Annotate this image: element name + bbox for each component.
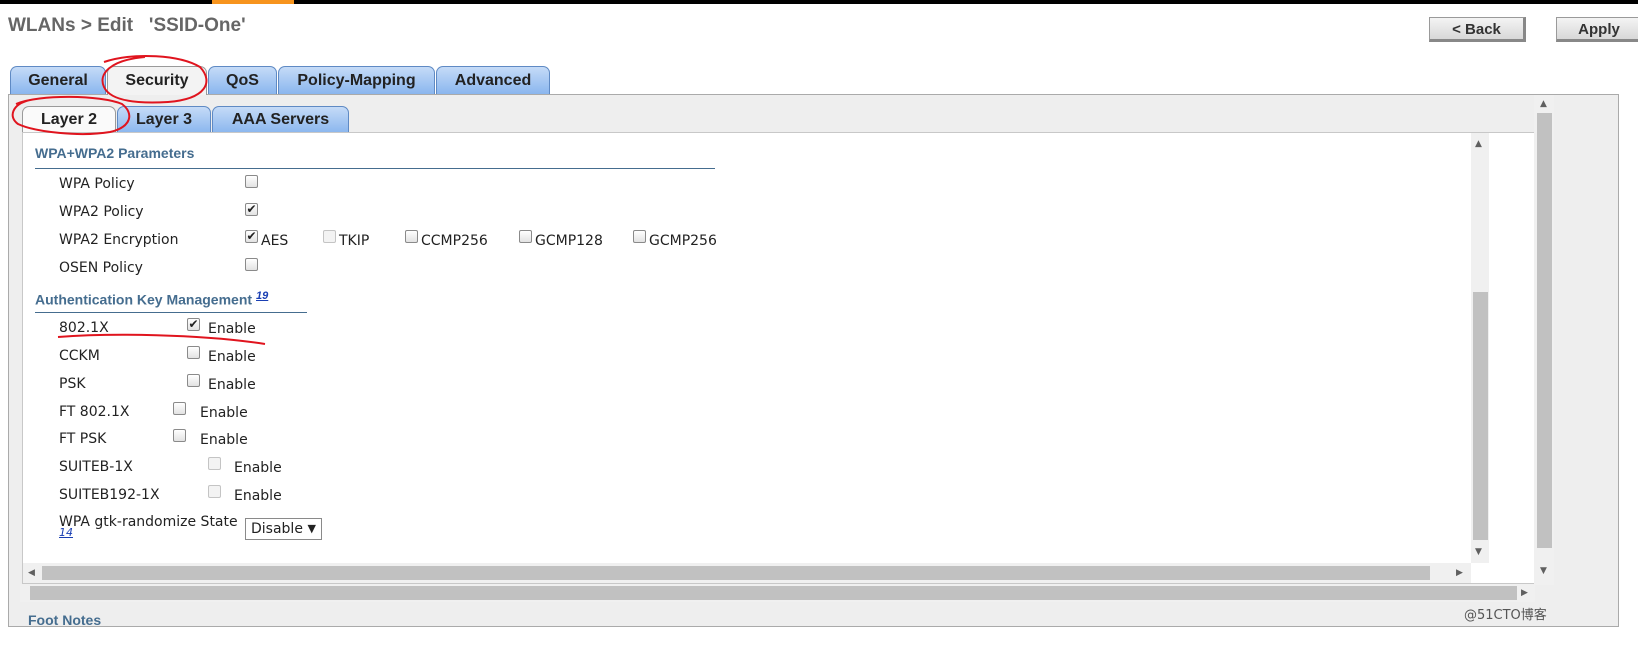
akm-ft-8021x-checkbox[interactable] (173, 402, 186, 415)
page-title: WLANs > Edit 'SSID-One' (8, 15, 246, 36)
scroll-down-icon[interactable]: ▼ (1475, 547, 1482, 557)
section-divider (35, 312, 307, 313)
akm-suiteb192-1x-label: SUITEB192-1X (59, 487, 160, 503)
encryption-aes-checkbox[interactable]: ✔ (245, 230, 258, 243)
tab-policy-mapping[interactable]: Policy-Mapping (278, 66, 435, 94)
scroll-down-icon[interactable]: ▼ (1540, 566, 1547, 576)
footnote-link-14[interactable]: 14 (59, 526, 73, 539)
wpa-section-heading: WPA+WPA2 Parameters (35, 145, 195, 161)
akm-ft-8021x-enable-label: Enable (200, 405, 248, 421)
encryption-gcmp256-checkbox[interactable] (633, 230, 646, 243)
check-icon: ✔ (246, 202, 257, 216)
tab-layer-3[interactable]: Layer 3 (117, 106, 211, 133)
outer-horizontal-scroll-thumb[interactable] (30, 586, 1517, 600)
akm-suiteb-1x-checkbox[interactable] (208, 457, 221, 470)
akm-psk-label: PSK (59, 376, 86, 392)
encryption-gcmp128-checkbox[interactable] (519, 230, 532, 243)
akm-ft-psk-checkbox[interactable] (173, 429, 186, 442)
scroll-right-icon[interactable]: ▶ (1456, 568, 1463, 578)
wpa-policy-checkbox[interactable] (245, 175, 258, 188)
akm-8021x-label: 802.1X (59, 320, 109, 336)
wpa-policy-label: WPA Policy (59, 176, 135, 192)
encryption-ccmp256-label: CCMP256 (421, 233, 488, 249)
tab-security[interactable]: Security (107, 66, 207, 95)
wpa2-policy-checkbox[interactable]: ✔ (245, 203, 258, 216)
encryption-ccmp256-checkbox[interactable] (405, 230, 418, 243)
akm-8021x-enable-label: Enable (208, 321, 256, 337)
inner-vertical-scroll-thumb[interactable] (1473, 292, 1488, 540)
scroll-left-icon[interactable]: ◀ (28, 568, 35, 578)
osen-policy-checkbox[interactable] (245, 258, 258, 271)
akm-ft-8021x-label: FT 802.1X (59, 404, 130, 420)
gtk-randomize-value: Disable (251, 521, 303, 537)
scroll-right-icon[interactable]: ▶ (1521, 588, 1528, 598)
akm-psk-enable-label: Enable (208, 377, 256, 393)
encryption-gcmp256-label: GCMP256 (649, 233, 717, 249)
check-icon: ✔ (246, 229, 257, 243)
tab-qos[interactable]: QoS (208, 66, 277, 94)
chevron-down-icon: ▼ (307, 522, 316, 535)
tab-general[interactable]: General (10, 66, 106, 94)
akm-cckm-checkbox[interactable] (187, 346, 200, 359)
foot-notes-heading: Foot Notes (28, 612, 102, 628)
apply-button[interactable]: Apply (1556, 17, 1638, 42)
footnote-link-19[interactable]: 19 (256, 290, 268, 302)
watermark: @51CTO博客 (1464, 608, 1547, 623)
tab-layer-2[interactable]: Layer 2 (22, 106, 116, 134)
wpa2-encryption-label: WPA2 Encryption (59, 232, 179, 248)
wpa2-policy-label: WPA2 Policy (59, 204, 144, 220)
check-icon: ✔ (188, 317, 199, 331)
akm-suiteb-1x-enable-label: Enable (234, 460, 282, 476)
akm-suiteb192-1x-checkbox[interactable] (208, 485, 221, 498)
section-divider (35, 168, 715, 169)
scroll-up-icon[interactable]: ▲ (1540, 99, 1547, 109)
encryption-tkip-checkbox[interactable] (323, 230, 336, 243)
akm-cckm-label: CCKM (59, 348, 100, 364)
akm-cckm-enable-label: Enable (208, 349, 256, 365)
gtk-randomize-label: WPA gtk-randomize State (59, 514, 238, 530)
tab-aaa-servers[interactable]: AAA Servers (212, 106, 349, 133)
back-button[interactable]: < Back (1429, 17, 1526, 42)
akm-ft-psk-enable-label: Enable (200, 432, 248, 448)
outer-vertical-scroll-thumb[interactable] (1537, 113, 1552, 548)
top-bar-accent (212, 0, 294, 4)
akm-suiteb-1x-label: SUITEB-1X (59, 459, 133, 475)
akm-suiteb192-1x-enable-label: Enable (234, 488, 282, 504)
encryption-aes-label: AES (261, 233, 289, 249)
akm-8021x-checkbox[interactable]: ✔ (187, 318, 200, 331)
encryption-tkip-label: TKIP (339, 233, 370, 249)
gtk-randomize-select[interactable]: Disable ▼ (245, 518, 322, 540)
akm-ft-psk-label: FT PSK (59, 431, 107, 447)
akm-section-heading: Authentication Key Management 19 (35, 290, 268, 308)
akm-psk-checkbox[interactable] (187, 374, 200, 387)
encryption-gcmp128-label: GCMP128 (535, 233, 603, 249)
scroll-up-icon[interactable]: ▲ (1475, 139, 1482, 149)
akm-heading-text: Authentication Key Management (35, 291, 253, 308)
tab-advanced[interactable]: Advanced (436, 66, 550, 94)
inner-horizontal-scroll-thumb[interactable] (42, 566, 1430, 580)
osen-policy-label: OSEN Policy (59, 260, 143, 276)
